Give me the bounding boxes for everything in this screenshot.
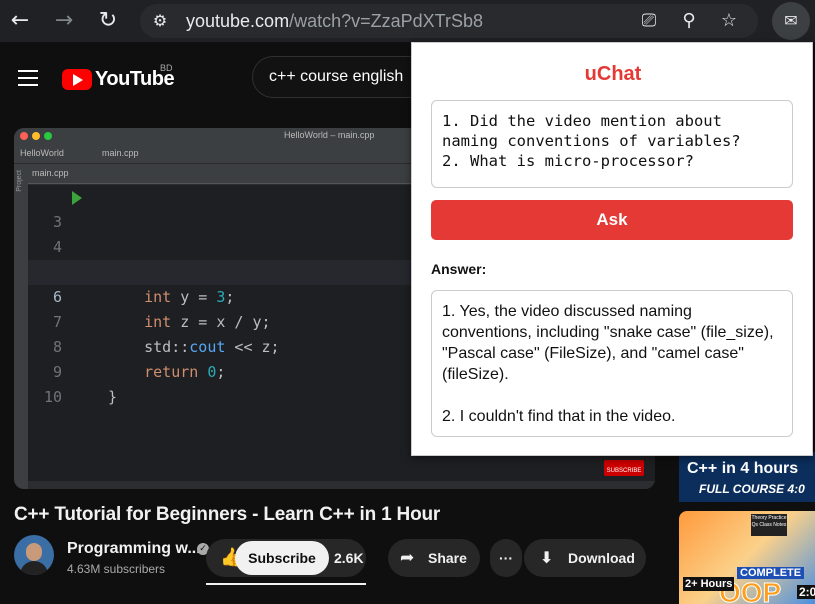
download-icon: ⬇	[540, 548, 554, 567]
uchat-title: uChat	[584, 63, 642, 85]
ask-button[interactable]: Ask	[431, 200, 793, 240]
thumb-notes-badge: Theory Practice Qs Class Notes	[751, 514, 787, 536]
subscribe-button[interactable]: Subscribe	[235, 541, 329, 575]
zoom-icon[interactable]: ⚲	[678, 10, 700, 32]
project-label: Project	[16, 170, 23, 192]
share-button[interactable]: ➦ Share	[388, 539, 480, 577]
browser-toolbar: ← → ↻ ⚙ youtube.com/watch?v=ZzaPdXTrSb8 …	[0, 0, 815, 42]
avatar-face	[26, 543, 42, 561]
recommended-video-card[interactable]: C++ in 4 hours FULL COURSE 4:0	[679, 452, 815, 502]
reload-icon[interactable]: ↻	[94, 7, 122, 35]
ide-project-name: HelloWorld	[20, 148, 64, 158]
channel-name[interactable]: Programming w...	[67, 540, 201, 558]
run-icon	[72, 191, 82, 205]
video-title: C++ Tutorial for Beginners - Learn C++ i…	[14, 504, 441, 525]
line-number: 10	[43, 388, 62, 406]
question-textarea[interactable]: 1. Did the video mention about naming co…	[431, 100, 793, 188]
download-button[interactable]: ⬇ Download	[524, 539, 646, 577]
youtube-logo[interactable]: YouTube BD	[62, 63, 175, 90]
close-dot-icon	[20, 132, 28, 140]
answer-text-2: 2. I couldn't find that in the video.	[442, 408, 676, 425]
region-code: BD	[160, 63, 173, 73]
card-thumb-title: C++ in 4 hours	[687, 460, 799, 477]
share-label: Share	[428, 550, 467, 566]
subscriber-count: 4.63M subscribers	[67, 562, 166, 576]
hover-underline	[206, 583, 366, 585]
youtube-play-icon	[62, 68, 92, 90]
answer-label: Answer:	[431, 261, 487, 277]
card-thumb-subtitle: FULL COURSE 4:0	[699, 482, 805, 496]
minimize-dot-icon	[32, 132, 40, 140]
install-app-icon[interactable]: ⎚	[638, 10, 660, 32]
share-arrow-icon: ➦	[400, 548, 415, 568]
address-bar[interactable]: ⚙ youtube.com/watch?v=ZzaPdXTrSb8 ⎚ ⚲ ☆	[140, 4, 758, 38]
avatar-body	[20, 561, 48, 575]
maximize-dot-icon	[44, 132, 52, 140]
answer-text-1: 1. Yes, the video discussed naming conve…	[442, 303, 774, 383]
url-text[interactable]: youtube.com/watch?v=ZzaPdXTrSb8	[186, 11, 483, 32]
ide-window-title: HelloWorld – main.cpp	[284, 130, 375, 140]
subscribe-watermark: SUBSCRIBE	[604, 460, 644, 476]
bookmark-star-icon[interactable]: ☆	[718, 10, 740, 32]
recommended-video-thumbnail[interactable]: Theory Practice Qs Class Notes COMPLETE …	[679, 511, 815, 604]
back-arrow-icon[interactable]: ←	[6, 7, 34, 35]
forward-arrow-icon[interactable]: →	[50, 7, 78, 35]
ide-tool-strip: Project	[14, 164, 28, 489]
thumb-duration: 2:0	[797, 585, 815, 599]
like-count: 2.6K	[334, 550, 364, 566]
more-actions-button[interactable]: ···	[490, 539, 522, 577]
uchat-popup: uChat 1. Did the video mention about nam…	[411, 42, 813, 456]
menu-icon[interactable]	[18, 70, 38, 86]
answer-box: 1. Yes, the video discussed naming conve…	[431, 290, 793, 437]
ide-statusbar	[28, 481, 655, 489]
site-settings-icon[interactable]: ⚙	[150, 11, 170, 31]
ide-crumb-file: main.cpp	[102, 148, 139, 158]
search-query: c++ course english	[269, 68, 404, 85]
thumb-hours-badge: 2+ Hours	[683, 577, 735, 591]
ide-tab: main.cpp	[32, 168, 69, 178]
extension-chat-icon[interactable]: ✉	[772, 2, 810, 40]
channel-avatar[interactable]	[14, 535, 54, 575]
download-label: Download	[568, 550, 635, 566]
